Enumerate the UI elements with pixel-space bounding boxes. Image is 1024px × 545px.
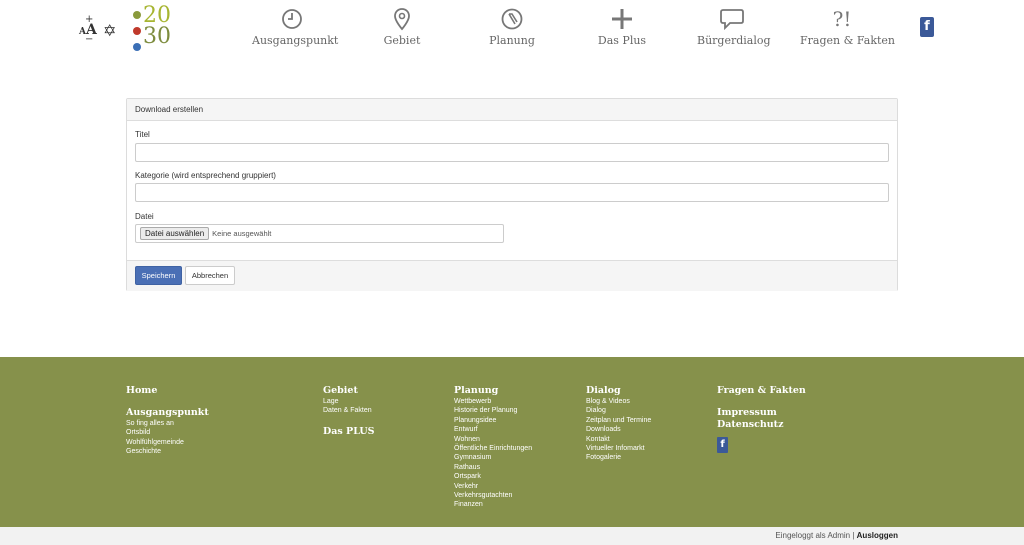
nav-fragen-fakten[interactable]: ?! Fragen & Fakten xyxy=(800,6,895,50)
panel-footer: Speichern Abbrechen xyxy=(127,260,897,291)
footer-link-gebiet[interactable]: Gebiet xyxy=(323,385,375,397)
save-button[interactable]: Speichern xyxy=(135,266,182,285)
login-status-bar: Eingeloggt als Admin | Ausloggen xyxy=(0,527,1024,545)
footer-link-home[interactable]: Home xyxy=(126,385,209,397)
panel-title: Download erstellen xyxy=(127,99,897,121)
footer-link-dialog[interactable]: Dialog xyxy=(586,385,651,397)
nav-label: Bürgerdialog xyxy=(697,34,771,47)
footer-link-ausgangspunkt[interactable]: Ausgangspunkt xyxy=(126,407,209,419)
file-label: Datei xyxy=(135,212,154,221)
footer-link-planung[interactable]: Planung xyxy=(454,385,532,397)
facebook-icon[interactable]: f xyxy=(717,437,728,453)
question-exclamation-icon: ?! xyxy=(832,7,852,31)
footer-col-dialog: Dialog Blog & Videos Dialog Zeitplan und… xyxy=(586,385,651,463)
download-form-panel: Download erstellen Titel Kategorie (wird… xyxy=(126,98,898,291)
file-status: Keine ausgewählt xyxy=(212,229,272,238)
footer-link[interactable]: Rathaus xyxy=(454,463,532,472)
contrast-toggle-icon[interactable]: ✡ xyxy=(103,21,116,40)
file-input[interactable]: Datei auswählen Keine ausgewählt xyxy=(135,224,504,243)
footer-link[interactable]: Downloads xyxy=(586,425,651,434)
font-size-controls: + AA − ✡ xyxy=(79,14,119,45)
facebook-icon[interactable]: f xyxy=(920,17,934,37)
logo-dot-green xyxy=(133,11,141,19)
login-status: Eingeloggt als Admin | Ausloggen xyxy=(775,531,898,540)
nav-buergerdialog[interactable]: Bürgerdialog xyxy=(697,6,771,50)
footer-link[interactable]: Zeitplan und Termine xyxy=(586,416,651,425)
plus-icon xyxy=(592,6,652,32)
footer-link-fragen-fakten[interactable]: Fragen & Fakten xyxy=(717,385,806,397)
footer-link[interactable]: Historie der Planung xyxy=(454,406,532,415)
map-pin-icon xyxy=(372,6,432,32)
title-input[interactable] xyxy=(135,143,889,162)
footer-link-datenschutz[interactable]: Datenschutz xyxy=(717,419,806,431)
footer-col-fragen: Fragen & Fakten Impressum Datenschutz f xyxy=(717,385,806,453)
clock-icon xyxy=(252,6,332,32)
cancel-button[interactable]: Abbrechen xyxy=(185,266,235,285)
footer-link[interactable]: Planungsidee xyxy=(454,416,532,425)
nav-label: Das Plus xyxy=(597,34,647,47)
speech-bubble-icon xyxy=(697,6,767,32)
footer-link[interactable]: Kontakt xyxy=(586,435,651,444)
footer-link[interactable]: Wettbewerb xyxy=(454,397,532,406)
logo-text-bottom: 30 xyxy=(143,24,171,49)
footer-link[interactable]: So fing alles an xyxy=(126,419,209,428)
footer-link[interactable]: Wohlfühlgemeinde xyxy=(126,438,209,447)
nav-das-plus[interactable]: Das Plus xyxy=(592,6,652,50)
site-header: + AA − ✡ 20 30 Ausgangspunkt Gebiet Plan… xyxy=(0,0,1024,60)
footer-col-gebiet: Gebiet Lage Daten & Fakten Das PLUS xyxy=(323,385,375,438)
footer-link[interactable]: Fotogalerie xyxy=(586,453,651,462)
footer-link[interactable]: Daten & Fakten xyxy=(323,406,375,415)
choose-file-button[interactable]: Datei auswählen xyxy=(140,227,210,240)
title-label: Titel xyxy=(135,130,150,139)
nav-label: Ausgangspunkt xyxy=(252,34,339,47)
compass-icon xyxy=(482,6,542,32)
footer-link[interactable]: Verkehr xyxy=(454,482,532,491)
site-logo[interactable]: 20 30 xyxy=(133,5,173,51)
footer-link[interactable]: Verkehrsgutachten xyxy=(454,491,532,500)
footer-link[interactable]: Dialog xyxy=(586,406,651,415)
footer-col-planung: Planung Wettbewerb Historie der Planung … xyxy=(454,385,532,510)
footer-link[interactable]: Lage xyxy=(323,397,375,406)
nav-label: Fragen & Fakten xyxy=(800,34,895,47)
site-footer: Home Ausgangspunkt So fing alles an Orts… xyxy=(0,357,1024,527)
footer-link[interactable]: Öffentliche Einrichtungen xyxy=(454,444,532,453)
decrease-font-button[interactable]: − xyxy=(85,34,93,45)
footer-link[interactable]: Entwurf xyxy=(454,425,532,434)
footer-link-impressum[interactable]: Impressum xyxy=(717,407,806,419)
nav-label: Gebiet xyxy=(383,34,421,47)
footer-link[interactable]: Gymnasium xyxy=(454,453,532,462)
logo-dot-red xyxy=(133,27,141,35)
footer-link[interactable]: Virtueller Infomarkt xyxy=(586,444,651,453)
footer-link[interactable]: Ortspark xyxy=(454,472,532,481)
logo-dot-blue xyxy=(133,43,141,51)
nav-planung[interactable]: Planung xyxy=(482,6,542,50)
logout-link[interactable]: Ausloggen xyxy=(857,531,898,540)
footer-link[interactable]: Finanzen xyxy=(454,500,532,509)
footer-link-das-plus[interactable]: Das PLUS xyxy=(323,426,375,438)
footer-col-home: Home Ausgangspunkt So fing alles an Orts… xyxy=(126,385,209,457)
footer-link[interactable]: Geschichte xyxy=(126,447,209,456)
category-input[interactable] xyxy=(135,183,889,202)
nav-gebiet[interactable]: Gebiet xyxy=(372,6,432,50)
category-label: Kategorie (wird entsprechend gruppiert) xyxy=(135,171,276,180)
footer-link[interactable]: Ortsbild xyxy=(126,428,209,437)
footer-link[interactable]: Wohnen xyxy=(454,435,532,444)
footer-link[interactable]: Blog & Videos xyxy=(586,397,651,406)
nav-label: Planung xyxy=(489,34,535,47)
nav-ausgangspunkt[interactable]: Ausgangspunkt xyxy=(252,6,339,50)
